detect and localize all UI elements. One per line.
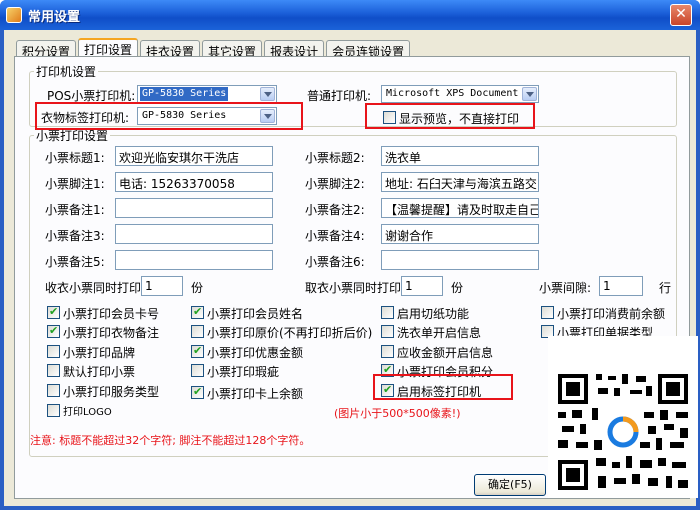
pos-printer-select[interactable]: GP-5830 Series bbox=[137, 85, 277, 103]
option-label: 小票打印原价(不再打印折后价) bbox=[207, 326, 373, 340]
option-label: 洗衣单开启信息 bbox=[397, 326, 482, 340]
checkbox-box[interactable] bbox=[381, 325, 394, 338]
checkbox-box[interactable] bbox=[191, 344, 204, 358]
window-title: 常用设置 bbox=[28, 10, 81, 25]
option-label: 小票打印会员姓名 bbox=[207, 307, 304, 321]
checkbox-box[interactable] bbox=[191, 364, 204, 377]
option-label: 小票打印品牌 bbox=[63, 346, 136, 360]
checkbox-box[interactable] bbox=[47, 345, 60, 358]
normal-printer-select[interactable]: Microsoft XPS Document bbox=[381, 85, 539, 103]
title2-label: 小票标题2: bbox=[305, 151, 365, 165]
remark4-label: 小票备注4: bbox=[305, 229, 365, 243]
option-label: 启用切纸功能 bbox=[397, 307, 470, 321]
remark3-label: 小票备注3: bbox=[45, 229, 105, 243]
highlight-preview bbox=[365, 103, 535, 129]
remark2-label: 小票备注2: bbox=[305, 203, 365, 217]
tab-strip: 积分设置 打印设置 挂衣设置 其它设置 报表设计 会员连锁设置 bbox=[16, 38, 412, 59]
remark4-input[interactable]: 谢谢合作 bbox=[381, 224, 539, 244]
ok-button[interactable]: 确定(F5) bbox=[474, 474, 546, 496]
option-label: 小票打印会员卡号 bbox=[63, 307, 160, 321]
pickup-print-label: 取衣小票同时打印 bbox=[305, 281, 402, 295]
checkbox-box[interactable] bbox=[191, 325, 204, 338]
footer2-input[interactable]: 地址: 石臼天津与海滨五路交 bbox=[381, 172, 539, 192]
gap-input[interactable]: 1 bbox=[599, 276, 643, 296]
chevron-down-icon[interactable] bbox=[260, 87, 275, 101]
length-limit-note: 注意: 标题不能超过32个字符; 脚注不能超过128个字符。 bbox=[30, 434, 311, 447]
remark3-input[interactable] bbox=[115, 224, 273, 244]
gap-label: 小票间隙: bbox=[539, 281, 592, 295]
option-label: 小票打印衣物备注 bbox=[63, 326, 160, 340]
title-bar[interactable]: 常用设置 ✕ bbox=[0, 0, 700, 30]
checkbox-box[interactable] bbox=[541, 306, 554, 319]
gap-unit: 行 bbox=[659, 281, 672, 295]
collect-print-label: 收衣小票同时打印 bbox=[45, 281, 142, 295]
remark1-input[interactable] bbox=[115, 198, 273, 218]
highlight-label-printer bbox=[35, 102, 303, 130]
option-label: 应收金额开启信息 bbox=[397, 346, 494, 360]
checkbox-box[interactable] bbox=[381, 306, 394, 319]
image-size-note: (图片小于500*500像素!) bbox=[334, 407, 461, 420]
normal-printer-label: 普通打印机: bbox=[307, 89, 372, 103]
remark6-label: 小票备注6: bbox=[305, 255, 365, 269]
chevron-down-icon[interactable] bbox=[522, 87, 537, 101]
title2-input[interactable]: 洗衣单 bbox=[381, 146, 539, 166]
settings-window: 常用设置 ✕ 积分设置 打印设置 挂衣设置 其它设置 报表设计 会员连锁设置 打… bbox=[0, 0, 700, 510]
option-label: 默认打印小票 bbox=[63, 365, 136, 379]
checkbox-box[interactable] bbox=[47, 364, 60, 377]
remark1-label: 小票备注1: bbox=[45, 203, 105, 217]
receipt-settings-legend: 小票打印设置 bbox=[36, 129, 109, 143]
collect-print-unit: 份 bbox=[191, 281, 204, 295]
pickup-print-unit: 份 bbox=[451, 281, 464, 295]
checkbox-box[interactable] bbox=[191, 385, 204, 399]
remark5-input[interactable] bbox=[115, 250, 273, 270]
close-button[interactable]: ✕ bbox=[670, 4, 692, 26]
remark2-input[interactable]: 【温馨提醒】请及时取走自己 bbox=[381, 198, 539, 218]
option-label: 小票打印优惠金额 bbox=[207, 346, 304, 360]
option-label: 小票打印服务类型 bbox=[63, 385, 160, 399]
option-label: 小票打印瑕疵 bbox=[207, 365, 280, 379]
checkbox-box[interactable] bbox=[47, 404, 60, 417]
checkbox-box[interactable] bbox=[381, 345, 394, 358]
checkbox-box[interactable] bbox=[47, 384, 60, 397]
option-label: 小票打印卡上余额 bbox=[207, 387, 304, 401]
checkbox-box[interactable] bbox=[191, 305, 204, 319]
highlight-label-printer-enable bbox=[373, 374, 513, 400]
app-icon bbox=[6, 7, 22, 23]
option-label: 打印LOGO bbox=[63, 407, 112, 418]
footer2-label: 小票脚注2: bbox=[305, 177, 365, 191]
checkbox-box[interactable] bbox=[47, 324, 60, 338]
remark5-label: 小票备注5: bbox=[45, 255, 105, 269]
pos-printer-value: GP-5830 Series bbox=[140, 87, 229, 101]
pickup-print-input[interactable]: 1 bbox=[401, 276, 443, 296]
remark6-input[interactable] bbox=[381, 250, 539, 270]
footer1-label: 小票脚注1: bbox=[45, 177, 105, 191]
footer1-input[interactable]: 电话: 15263370058 bbox=[115, 172, 273, 192]
checkbox-box[interactable] bbox=[47, 305, 60, 319]
option-label: 小票打印消费前余额 bbox=[557, 307, 666, 321]
printer-settings-legend: 打印机设置 bbox=[36, 65, 97, 79]
title1-label: 小票标题1: bbox=[45, 151, 105, 165]
collect-print-input[interactable]: 1 bbox=[141, 276, 183, 296]
normal-printer-value: Microsoft XPS Document bbox=[386, 88, 519, 99]
qr-code-image bbox=[548, 336, 698, 498]
title1-input[interactable]: 欢迎光临安琪尔干洗店 bbox=[115, 146, 273, 166]
